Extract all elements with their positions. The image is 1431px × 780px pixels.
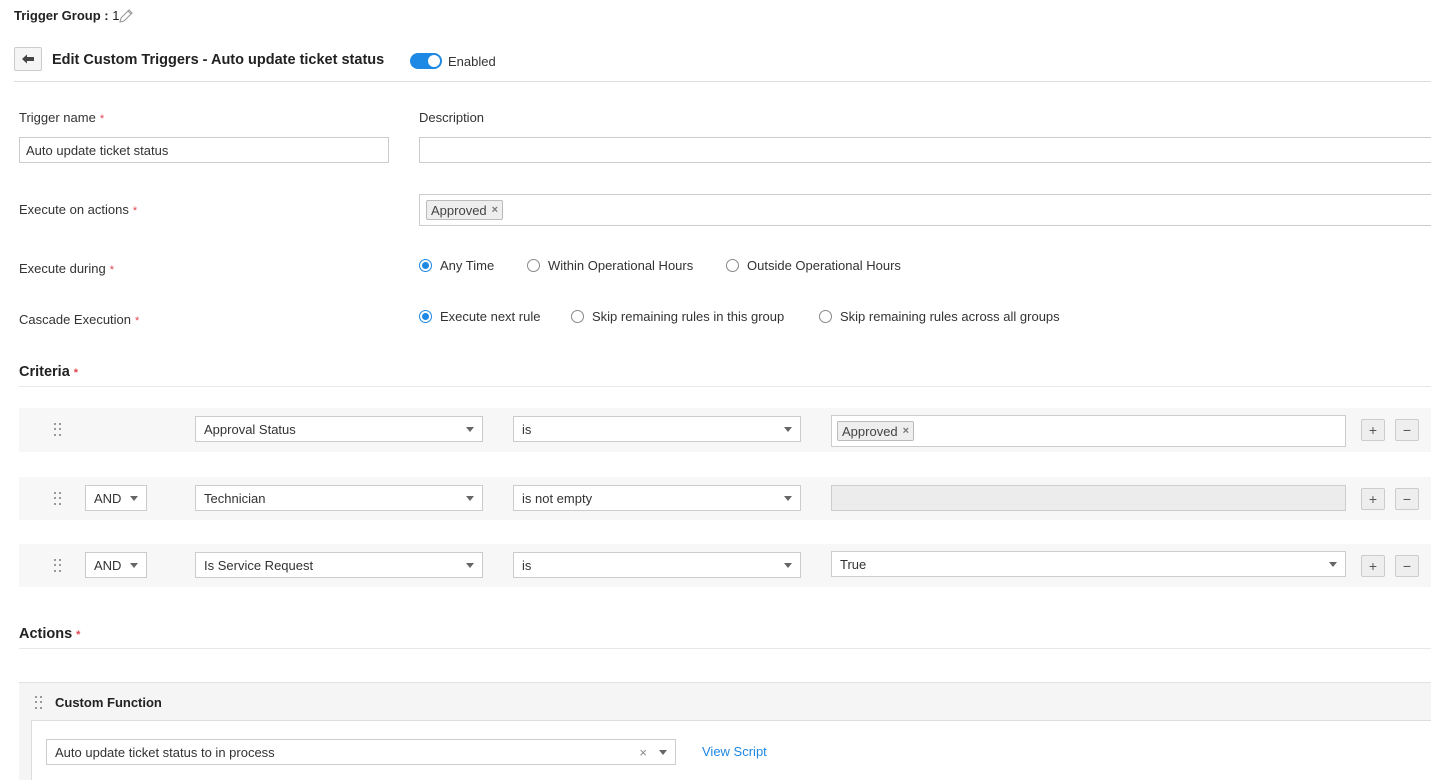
criteria-operator-select[interactable]: is not empty bbox=[513, 485, 801, 511]
description-label: Description bbox=[419, 110, 485, 125]
execute-during-outside-hours-radio[interactable]: Outside Operational Hours bbox=[726, 258, 901, 273]
drag-handle-icon[interactable] bbox=[54, 559, 62, 573]
back-button[interactable] bbox=[14, 47, 42, 71]
chevron-down-icon bbox=[466, 426, 474, 432]
page-title: Edit Custom Triggers - Auto update ticke… bbox=[52, 52, 385, 68]
chevron-down-icon bbox=[466, 495, 474, 501]
cascade-execution-label: Cascade Execution * bbox=[19, 312, 140, 327]
chevron-down-icon bbox=[784, 495, 792, 501]
remove-criteria-button[interactable]: − bbox=[1395, 555, 1419, 577]
drag-handle-icon[interactable] bbox=[35, 696, 43, 710]
criteria-connector-select[interactable]: AND bbox=[85, 552, 147, 578]
add-criteria-button[interactable]: + bbox=[1361, 488, 1385, 510]
remove-chip-icon[interactable]: × bbox=[903, 425, 909, 437]
trigger-group-label: Trigger Group : 1 bbox=[14, 8, 120, 23]
execute-on-multiselect[interactable]: Approved × bbox=[419, 194, 1431, 226]
criteria-operator-select[interactable]: is bbox=[513, 552, 801, 578]
chevron-down-icon bbox=[130, 562, 138, 568]
execute-on-label: Execute on actions * bbox=[19, 202, 138, 217]
description-input[interactable] bbox=[419, 137, 1431, 163]
criteria-value-select[interactable]: True bbox=[831, 551, 1346, 577]
actions-title: Actions * bbox=[19, 626, 81, 642]
criteria-field-select[interactable]: Technician bbox=[195, 485, 483, 511]
chevron-down-icon bbox=[1329, 561, 1337, 567]
chevron-down-icon bbox=[130, 495, 138, 501]
actions-divider bbox=[19, 648, 1431, 649]
criteria-value-multiselect[interactable]: Approved × bbox=[831, 415, 1346, 447]
execute-during-any-time-radio[interactable]: Any Time bbox=[419, 258, 494, 273]
criteria-value-disabled bbox=[831, 485, 1346, 511]
add-criteria-button[interactable]: + bbox=[1361, 555, 1385, 577]
remove-chip-icon[interactable]: × bbox=[492, 204, 498, 216]
enabled-label: Enabled bbox=[448, 54, 496, 69]
execute-during-label: Execute during * bbox=[19, 261, 115, 276]
view-script-link[interactable]: View Script bbox=[702, 744, 767, 759]
remove-criteria-button[interactable]: − bbox=[1395, 488, 1419, 510]
drag-handle-icon[interactable] bbox=[54, 423, 62, 437]
criteria-operator-select[interactable]: is bbox=[513, 416, 801, 442]
criteria-value-chip: Approved × bbox=[837, 421, 915, 441]
criteria-divider bbox=[19, 386, 1431, 387]
drag-handle-icon[interactable] bbox=[54, 492, 62, 506]
add-criteria-button[interactable]: + bbox=[1361, 419, 1385, 441]
criteria-title: Criteria * bbox=[19, 364, 79, 380]
execute-during-within-hours-radio[interactable]: Within Operational Hours bbox=[527, 258, 693, 273]
chevron-down-icon bbox=[784, 426, 792, 432]
cascade-skip-group-radio[interactable]: Skip remaining rules in this group bbox=[571, 309, 784, 324]
chevron-down-icon bbox=[784, 562, 792, 568]
criteria-field-select[interactable]: Is Service Request bbox=[195, 552, 483, 578]
chevron-down-icon bbox=[466, 562, 474, 568]
custom-function-title: Custom Function bbox=[55, 695, 162, 710]
trigger-name-input[interactable]: Auto update ticket status bbox=[19, 137, 389, 163]
remove-criteria-button[interactable]: − bbox=[1395, 419, 1419, 441]
edit-pencil-icon[interactable] bbox=[117, 7, 135, 25]
trigger-name-label: Trigger name * bbox=[19, 110, 105, 125]
criteria-connector-select[interactable]: AND bbox=[85, 485, 147, 511]
header-divider bbox=[14, 81, 1431, 82]
cascade-execute-next-radio[interactable]: Execute next rule bbox=[419, 309, 540, 324]
back-arrow-icon bbox=[22, 54, 34, 64]
enabled-toggle[interactable] bbox=[410, 53, 442, 69]
custom-function-select[interactable]: Auto update ticket status to in process … bbox=[46, 739, 676, 765]
clear-icon[interactable]: × bbox=[639, 745, 647, 760]
criteria-field-select[interactable]: Approval Status bbox=[195, 416, 483, 442]
chevron-down-icon bbox=[659, 749, 667, 755]
cascade-skip-all-radio[interactable]: Skip remaining rules across all groups bbox=[819, 309, 1060, 324]
execute-on-chip: Approved × bbox=[426, 200, 504, 220]
